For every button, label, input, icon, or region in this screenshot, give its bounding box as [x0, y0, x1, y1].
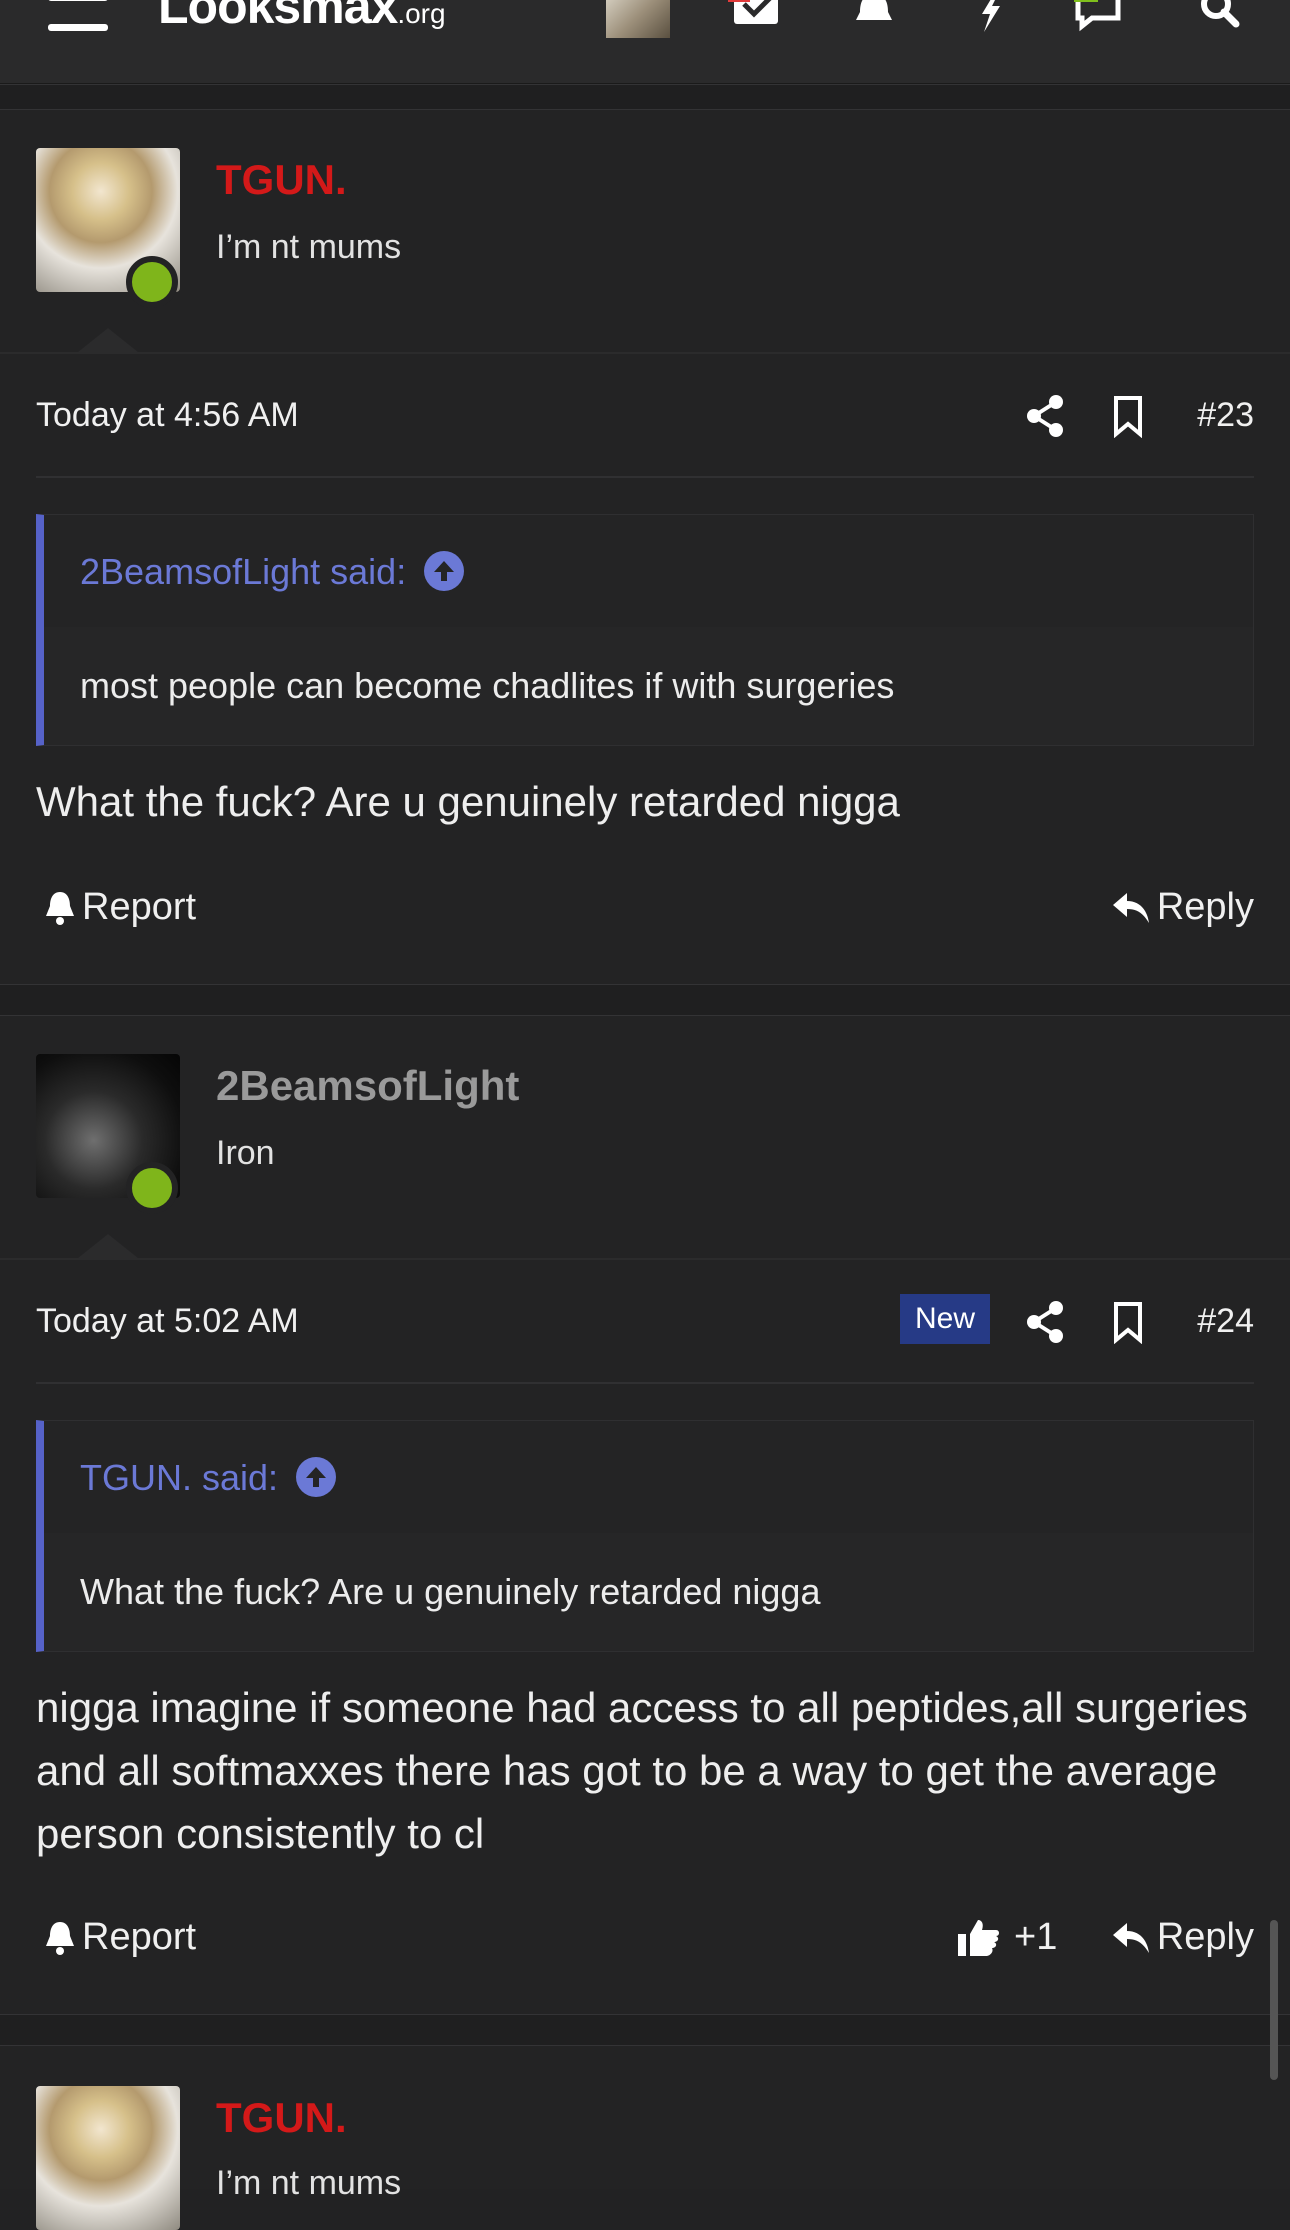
bookmark-icon[interactable]: [1106, 1300, 1150, 1345]
quote-text: most people can become chadlites if with…: [80, 665, 895, 706]
post-message: nigga imagine if someone had access to a…: [36, 1684, 1248, 1857]
logo-suffix: .org: [397, 0, 446, 29]
report-button[interactable]: Report: [44, 886, 196, 929]
site-logo[interactable]: Looksmax.org: [158, 0, 446, 32]
author-title: I’m nt mums: [216, 228, 402, 266]
author-username[interactable]: 2BeamsofLight: [216, 1062, 519, 1110]
reply-button[interactable]: Reply: [1111, 886, 1254, 929]
quote-block: TGUN. said: What the fuck? Are u genuine…: [36, 1420, 1254, 1652]
post-separator: [0, 2014, 1290, 2046]
chat-icon[interactable]: [1070, 0, 1126, 34]
bookmark-icon[interactable]: [1106, 394, 1150, 439]
post-message: What the fuck? Are u genuinely retarded …: [36, 778, 900, 825]
post-body: Today at 4:56 AM #23 2BeamsofLight said:…: [0, 352, 1290, 984]
post-number[interactable]: #23: [1197, 396, 1254, 435]
author-pointer: [78, 1234, 138, 1258]
quote-attribution[interactable]: 2BeamsofLight said:: [80, 551, 465, 594]
quote-header: TGUN. said:: [44, 1421, 1253, 1533]
lightning-icon[interactable]: [962, 0, 1018, 34]
report-label: Report: [82, 1916, 197, 1958]
post-author-block: TGUN. I’m nt mums: [0, 2046, 1290, 2230]
quote-text: What the fuck? Are u genuinely retarded …: [80, 1571, 821, 1612]
post-body: Today at 5:02 AM New #24 TGUN. said: Wha…: [0, 1258, 1290, 2014]
author-title: I’m nt mums: [216, 2164, 402, 2202]
chat-badge: [1074, 0, 1098, 2]
new-badge: New: [900, 1294, 990, 1344]
user-avatar[interactable]: [606, 0, 670, 38]
quote-attribution-text: TGUN. said:: [80, 1457, 279, 1498]
divider: [36, 476, 1254, 478]
reply-label: Reply: [1156, 886, 1254, 928]
quote-attribution-text: 2BeamsofLight said:: [80, 551, 407, 592]
report-button[interactable]: Report: [44, 1916, 196, 1959]
divider: [36, 1382, 1254, 1384]
quote-attribution[interactable]: TGUN. said:: [80, 1457, 337, 1500]
online-status-indicator: [126, 1162, 178, 1214]
jump-to-quote-icon[interactable]: [424, 551, 465, 592]
like-count: +1: [1014, 1916, 1058, 1958]
post-timestamp[interactable]: Today at 4:56 AM: [36, 396, 299, 435]
post-separator: [0, 984, 1290, 1016]
bell-icon: [46, 891, 74, 925]
online-status-indicator: [126, 256, 178, 308]
alert-badge: [728, 0, 750, 2]
report-label: Report: [82, 886, 197, 928]
post-separator: [0, 84, 1290, 110]
menu-icon[interactable]: [48, 0, 108, 34]
like-button[interactable]: +1: [956, 1916, 1057, 1959]
inbox-check-icon[interactable]: [728, 0, 784, 34]
bell-icon[interactable]: [846, 0, 902, 34]
top-navigation-bar: Looksmax.org: [0, 0, 1290, 84]
share-icon[interactable]: [1024, 394, 1068, 438]
scrollbar[interactable]: [1270, 1920, 1278, 2080]
author-pointer: [78, 328, 138, 352]
post-meta-row: Today at 4:56 AM #23: [36, 388, 1254, 448]
bell-icon: [46, 1921, 74, 1955]
reply-label: Reply: [1156, 1916, 1254, 1958]
author-avatar[interactable]: [36, 2086, 180, 2230]
quote-block: 2BeamsofLight said: most people can beco…: [36, 514, 1254, 746]
author-username[interactable]: TGUN.: [216, 2094, 347, 2142]
post-number[interactable]: #24: [1197, 1302, 1254, 1341]
thumbs-up-icon: [958, 1919, 999, 1956]
reply-icon: [1112, 1922, 1149, 1953]
post-author-block: 2BeamsofLight Iron: [0, 1016, 1290, 1258]
post-author-block: TGUN. I’m nt mums: [0, 110, 1290, 352]
author-title: Iron: [216, 1134, 275, 1172]
post-timestamp[interactable]: Today at 5:02 AM: [36, 1302, 299, 1341]
author-username[interactable]: TGUN.: [216, 156, 347, 204]
jump-to-quote-icon[interactable]: [296, 1457, 337, 1498]
quote-header: 2BeamsofLight said:: [44, 515, 1253, 627]
search-icon[interactable]: [1192, 0, 1248, 34]
share-icon[interactable]: [1024, 1300, 1068, 1344]
logo-text: Looksmax: [158, 0, 398, 34]
reply-icon: [1112, 892, 1149, 923]
reply-button[interactable]: Reply: [1111, 1916, 1254, 1959]
post-meta-row: Today at 5:02 AM New #24: [36, 1294, 1254, 1354]
